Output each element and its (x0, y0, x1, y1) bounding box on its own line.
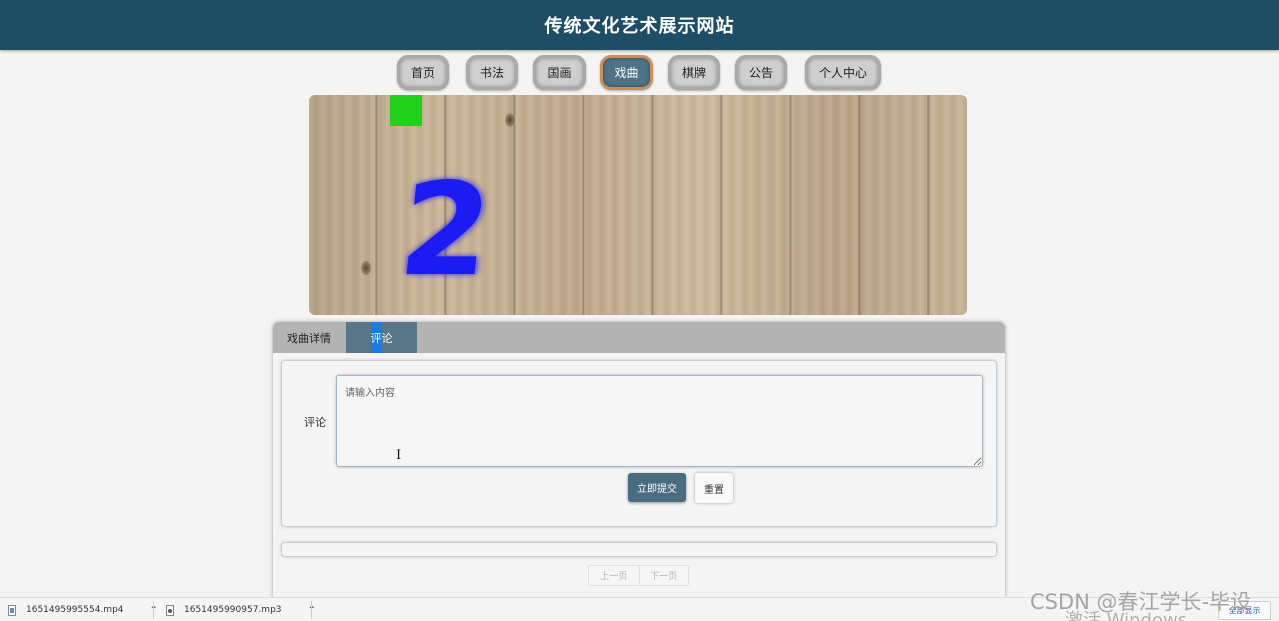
csdn-watermark: CSDN @春江学长-毕设 (1030, 590, 1252, 614)
site-title: 传统文化艺术展示网站 (544, 16, 735, 37)
nav-painting[interactable]: 国画 (533, 55, 586, 90)
wood-knot (361, 261, 371, 275)
tab-label: 戏曲详情 (287, 331, 331, 345)
nav-announcements[interactable]: 公告 (735, 55, 787, 90)
reset-button[interactable]: 重置 (695, 473, 733, 503)
carousel-marker (390, 95, 422, 126)
detail-panel: 戏曲详情 评论 评论 Ⅰ 立即提交 重置 上一页 下一页 (273, 322, 1005, 612)
divider (311, 601, 312, 619)
comment-form: 评论 Ⅰ 立即提交 重置 (281, 360, 997, 527)
comment-list (281, 542, 997, 557)
video-file-icon (8, 604, 16, 616)
tab-comments[interactable]: 评论 (346, 322, 417, 353)
comment-field-label: 评论 (304, 416, 326, 429)
submit-button[interactable]: 立即提交 (628, 473, 686, 502)
tab-opera-details[interactable]: 戏曲详情 (273, 322, 345, 353)
wood-knot (505, 113, 515, 127)
divider (153, 601, 154, 619)
site-header: 传统文化艺术展示网站 (0, 0, 1279, 50)
nav-user-center[interactable]: 个人中心 (805, 55, 881, 90)
download-item[interactable]: 1651495990957.mp3 ⌃ (166, 598, 316, 621)
next-page-button[interactable]: 下一页 (638, 566, 689, 585)
download-filename: 1651495995554.mp4 (26, 605, 124, 615)
prev-page-button[interactable]: 上一页 (589, 566, 639, 585)
nav-opera[interactable]: 戏曲 (600, 55, 653, 90)
audio-file-icon (166, 604, 174, 616)
comment-input[interactable] (336, 375, 983, 467)
download-filename: 1651495990957.mp3 (184, 605, 282, 615)
main-nav: 首页 书法 国画 戏曲 棋牌 公告 个人中心 (0, 55, 1279, 91)
slide-number: 2 (393, 156, 498, 305)
nav-chess[interactable]: 棋牌 (668, 55, 720, 90)
pagination: 上一页 下一页 (588, 565, 689, 586)
nav-calligraphy[interactable]: 书法 (466, 55, 518, 90)
banner-carousel[interactable]: 2 (309, 95, 967, 315)
download-item[interactable]: 1651495995554.mp4 ⌃ (8, 598, 158, 621)
text-cursor-icon: Ⅰ (396, 448, 402, 463)
tab-label: 评论 (370, 331, 393, 345)
tab-bar: 戏曲详情 评论 (273, 322, 1005, 353)
nav-home[interactable]: 首页 (397, 55, 449, 90)
